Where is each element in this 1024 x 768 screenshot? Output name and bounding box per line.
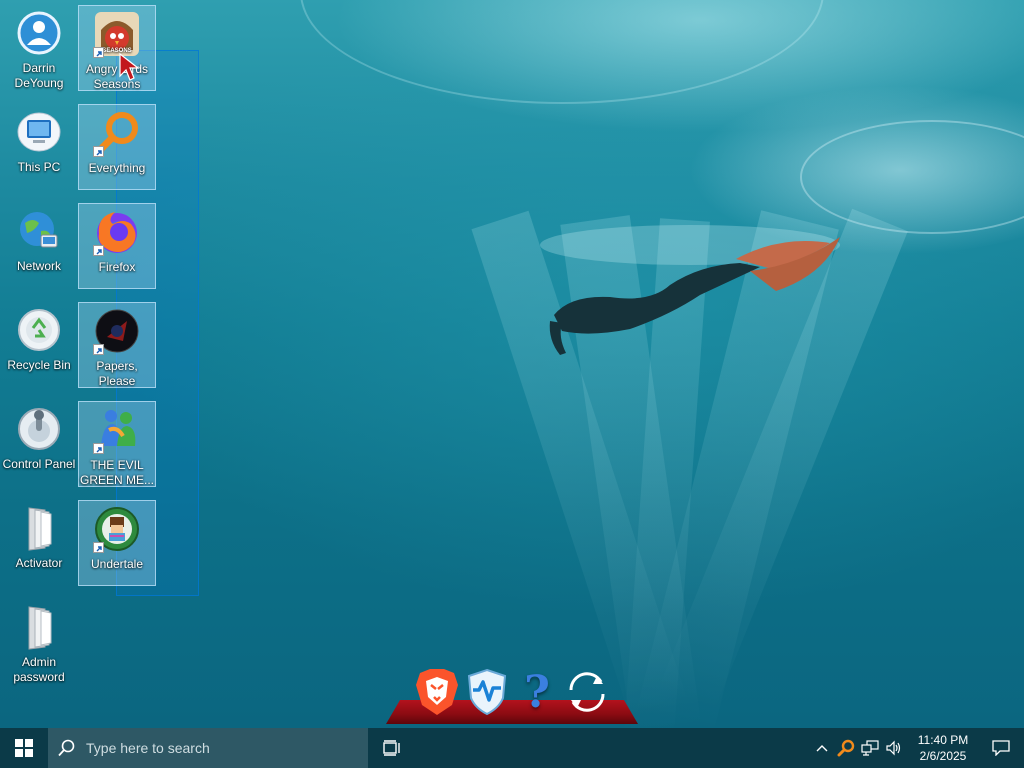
icon-label: Admin password [13,655,65,684]
refresh-icon [569,672,605,712]
shortcut-arrow-icon [93,443,104,454]
folder-icon [15,603,63,651]
start-button[interactable] [0,728,48,768]
computer-icon [15,108,63,156]
icon-label: Control Panel [2,457,76,471]
icon-label: Papers, Please [96,359,138,388]
icon-label: THE EVIL GREEN ME... [79,458,154,487]
taskbar-search-box[interactable]: Type here to search [48,728,368,768]
diver-figure [540,225,840,355]
action-center-button[interactable] [978,728,1024,768]
network-wired-icon [861,740,879,756]
desktop-icon-everything[interactable]: Everything [78,104,156,190]
desktop-icon-admin-password[interactable]: Admin password [0,599,78,685]
desktop-icon-undertale[interactable]: Undertale [78,500,156,586]
desktop-icon-papers-please[interactable]: Papers, Please [78,302,156,388]
icon-label: This PC [17,160,61,174]
wise-shield-icon [467,668,507,716]
dock-item-refresh[interactable] [562,666,612,718]
desktop-icon-the-evil-green-me[interactable]: THE EVIL GREEN ME... [78,401,156,487]
undertale-icon [93,505,141,553]
shortcut-arrow-icon [93,245,104,256]
task-view-icon [383,740,400,756]
everything-search-icon [93,109,141,157]
shortcut-arrow-icon [93,47,104,58]
show-hidden-icons-button[interactable] [810,728,834,768]
icon-label: Angry Birds Seasons [85,62,149,91]
speaker-volume-icon [886,740,901,756]
search-icon [58,739,76,757]
taskbar: Type here to search 11:40 PM 2/6/2025 [0,728,1024,768]
system-tray: 11:40 PM 2/6/2025 [810,728,1024,768]
desktop-icon-network[interactable]: Network [0,203,78,289]
desktop-icon-this-pc[interactable]: This PC [0,104,78,190]
shortcut-arrow-icon [93,542,104,553]
chevron-up-icon [816,745,828,752]
icon-label: Undertale [90,557,144,571]
icon-label: Everything [88,161,146,175]
clock-date: 2/6/2025 [919,749,967,763]
tray-everything-button[interactable] [834,728,858,768]
icon-label: Activator [15,556,63,570]
notification-icon [992,740,1010,756]
icon-label: Recycle Bin [7,358,71,372]
dock-item-wise-care[interactable] [462,666,512,718]
desktop-icon-control-panel[interactable]: Control Panel [0,401,78,487]
everything-search-icon [837,739,855,757]
windows-logo-icon [15,739,33,757]
dock-item-help[interactable]: ? [512,666,562,718]
dock-item-brave[interactable] [412,666,462,718]
desktop-icon-recycle-bin[interactable]: Recycle Bin [0,302,78,388]
recycle-bin-icon [15,306,63,354]
question-mark-icon: ? [524,666,550,718]
papers-please-icon [93,307,141,355]
mouse-cursor-icon [119,52,140,81]
firefox-icon [93,208,141,256]
desktop-icon-darrin-deyoung[interactable]: Darrin DeYoung [0,5,78,91]
icon-label: Darrin DeYoung [14,61,64,90]
clock-time: 11:40 PM [917,733,969,747]
folder-icon [15,504,63,552]
messenger-people-icon [93,406,141,454]
taskbar-clock[interactable]: 11:40 PM 2/6/2025 [908,732,978,764]
shortcut-arrow-icon [93,344,104,355]
desktop-icon-activator[interactable]: Activator [0,500,78,586]
tray-volume-button[interactable] [882,728,906,768]
angry-birds-icon: SEASONS [93,10,141,58]
user-folder-icon [15,9,63,57]
shortcut-arrow-icon [93,146,104,157]
dock-bar: ? [386,660,638,726]
tray-network-button[interactable] [858,728,882,768]
desktop-icon-angry-birds-seasons[interactable]: SEASONS Angry Birds Seasons [78,5,156,91]
brave-lion-icon [416,669,458,715]
control-panel-icon [15,405,63,453]
search-placeholder: Type here to search [86,740,210,756]
task-view-button[interactable] [368,728,416,768]
icon-label: Firefox [98,260,136,274]
icon-label: Network [16,259,61,273]
network-globe-icon [15,207,63,255]
desktop-icon-firefox[interactable]: Firefox [78,203,156,289]
